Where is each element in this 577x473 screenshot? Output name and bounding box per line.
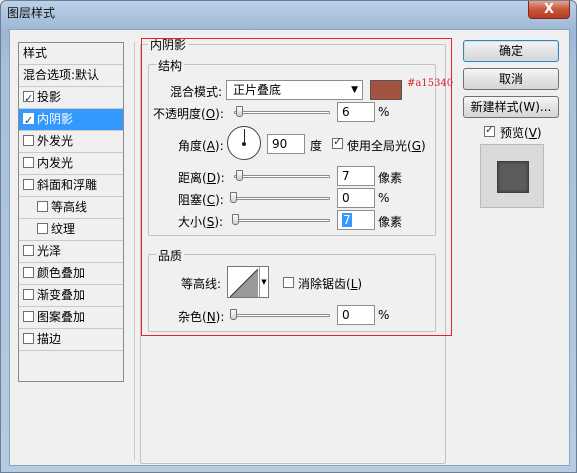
new-style-button[interactable]: 新建样式(W)... (463, 96, 559, 118)
bevel-emboss-checkbox[interactable] (23, 179, 34, 190)
style-item-texture[interactable]: 纹理 (19, 219, 123, 241)
style-item-label: 斜面和浮雕 (37, 178, 98, 192)
style-item-drop-shadow[interactable]: 投影 (19, 87, 123, 109)
style-item-label: 渐变叠加 (37, 288, 86, 302)
close-button[interactable]: X (528, 1, 570, 19)
styles-list: 样式 混合选项:默认 投影 内阴影 外发光 内发光 斜面和浮雕 等高线 纹理 (18, 42, 124, 382)
outer-glow-checkbox[interactable] (23, 135, 34, 146)
title-bar[interactable]: 图层样式 X (1, 1, 576, 23)
style-item-label: 光泽 (37, 244, 62, 258)
style-item-bevel-emboss[interactable]: 斜面和浮雕 (19, 175, 123, 197)
preview-label: 预览(V) (500, 126, 542, 140)
gradient-overlay-checkbox[interactable] (23, 289, 34, 300)
style-item-label: 内发光 (37, 156, 74, 170)
style-item-inner-shadow[interactable]: 内阴影 (19, 109, 123, 131)
style-item-color-overlay[interactable]: 颜色叠加 (19, 263, 123, 285)
divider (134, 42, 135, 460)
texture-checkbox[interactable] (37, 223, 48, 234)
style-item-label: 颜色叠加 (37, 266, 86, 280)
pattern-overlay-checkbox[interactable] (23, 311, 34, 322)
contour-checkbox[interactable] (37, 201, 48, 212)
styles-header[interactable]: 样式 (19, 43, 123, 65)
style-item-label: 投影 (37, 90, 62, 104)
style-item-label: 内阴影 (37, 112, 74, 126)
style-item-label: 外发光 (37, 134, 74, 148)
color-overlay-checkbox[interactable] (23, 267, 34, 278)
ok-button[interactable]: 确定 (463, 40, 559, 62)
style-item-label: 纹理 (51, 222, 76, 236)
inner-glow-checkbox[interactable] (23, 157, 34, 168)
style-item-satin[interactable]: 光泽 (19, 241, 123, 263)
dialog-client: 样式 混合选项:默认 投影 内阴影 外发光 内发光 斜面和浮雕 等高线 纹理 (9, 29, 570, 466)
drop-shadow-checkbox[interactable] (23, 88, 34, 109)
style-item-contour[interactable]: 等高线 (19, 197, 123, 219)
cancel-button[interactable]: 取消 (463, 68, 559, 90)
window-title: 图层样式 (7, 6, 56, 20)
stroke-checkbox[interactable] (23, 333, 34, 344)
style-item-outer-glow[interactable]: 外发光 (19, 131, 123, 153)
style-item-inner-glow[interactable]: 内发光 (19, 153, 123, 175)
style-preview-thumbnail (480, 144, 544, 208)
layer-style-dialog: 图层样式 X 样式 混合选项:默认 投影 内阴影 外发光 内发光 斜面和浮雕 等… (0, 0, 577, 473)
style-item-gradient-overlay[interactable]: 渐变叠加 (19, 285, 123, 307)
blend-options-item[interactable]: 混合选项:默认 (19, 65, 123, 87)
satin-checkbox[interactable] (23, 245, 34, 256)
highlight-annotation-box (141, 38, 452, 336)
inner-shadow-checkbox[interactable] (23, 110, 34, 131)
preview-checkbox[interactable] (484, 123, 495, 137)
style-item-pattern-overlay[interactable]: 图案叠加 (19, 307, 123, 329)
style-item-label: 图案叠加 (37, 310, 86, 324)
preview-square (497, 161, 529, 193)
style-item-label: 描边 (37, 332, 62, 346)
style-item-label: 等高线 (51, 200, 88, 214)
style-item-stroke[interactable]: 描边 (19, 329, 123, 351)
